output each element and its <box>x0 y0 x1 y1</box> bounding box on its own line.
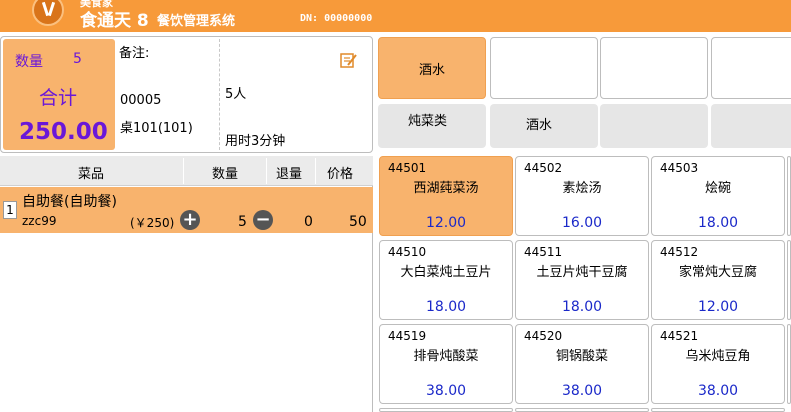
menu-item-card-partial[interactable] <box>651 408 785 412</box>
menu-item-card-partial[interactable] <box>787 156 791 236</box>
logo-icon <box>32 0 64 26</box>
item-price: 38.00 <box>561 383 603 399</box>
column-separator <box>183 158 184 184</box>
menu-item-card[interactable]: 44511 土豆片炖干豆腐 18.00 <box>515 240 649 320</box>
item-price: 38.00 <box>425 383 467 399</box>
dish-quantity: 5 <box>238 214 247 230</box>
menu-item-card[interactable]: 44503 烩碗 18.00 <box>651 156 785 236</box>
total-value: 250.00 <box>19 119 108 145</box>
item-name: 素烩汤 <box>562 181 602 196</box>
category-button[interactable]: 酒水 <box>378 37 486 99</box>
menu-item-card-partial[interactable] <box>787 324 791 404</box>
item-price: 18.00 <box>697 215 739 231</box>
elapsed-time: 用时3分钟 <box>225 134 286 149</box>
subcategory-button[interactable]: 炖菜类 <box>378 104 486 148</box>
menu-item-card[interactable]: 44512 家常炖大豆腐 12.00 <box>651 240 785 320</box>
item-code: 44501 <box>388 161 427 175</box>
item-name: 烩碗 <box>704 181 731 196</box>
column-header-returned: 退量 <box>276 167 303 182</box>
dish-name: 自助餐(自助餐) <box>22 194 117 210</box>
menu-item-card-partial[interactable] <box>787 240 791 320</box>
item-name: 铜锅酸菜 <box>555 349 608 364</box>
subcategory-button[interactable] <box>711 104 791 148</box>
item-price: 12.00 <box>425 215 467 231</box>
item-price: 38.00 <box>697 383 739 399</box>
item-code: 44510 <box>388 245 427 259</box>
quantity-label: 数量 <box>15 54 43 70</box>
order-table-header: 菜品 数量 退量 价格 <box>0 156 373 186</box>
item-price: 12.00 <box>697 299 739 315</box>
app-subtitle: 餐饮管理系统 <box>157 14 236 29</box>
menu-item-card[interactable]: 44501 西湖莼菜汤 12.00 <box>379 156 513 236</box>
item-name: 家常炖大豆腐 <box>678 265 757 280</box>
table-row[interactable]: 1 自助餐(自助餐) zzc99 (￥250) + 5 − 0 50 <box>0 187 373 233</box>
menu-item-card[interactable]: 44510 大白菜炖土豆片 18.00 <box>379 240 513 320</box>
category-button[interactable] <box>490 37 598 99</box>
menu-item-card[interactable]: 44519 排骨炖酸菜 38.00 <box>379 324 513 404</box>
item-code: 44521 <box>660 329 699 343</box>
menu-item-grid: 44501 西湖莼菜汤 12.00 44502 素烩汤 16.00 44503 … <box>374 152 791 412</box>
title-bar: 美食家 食通天 8 餐饮管理系统 DN: 00000000 <box>0 0 791 32</box>
divider <box>219 39 220 150</box>
quantity-value: 5 <box>73 51 82 67</box>
edit-note-icon[interactable] <box>339 51 357 69</box>
menu-item-card-partial[interactable] <box>379 408 513 412</box>
item-price: 16.00 <box>561 215 603 231</box>
item-code: 44503 <box>660 161 699 175</box>
menu-item-card[interactable]: 44520 铜锅酸菜 38.00 <box>515 324 649 404</box>
column-header-name: 菜品 <box>78 167 105 182</box>
menu-item-card[interactable]: 44521 乌米炖豆角 38.00 <box>651 324 785 404</box>
category-grid: 酒水 炖菜类 酒水 <box>378 37 791 149</box>
item-name: 乌米炖豆角 <box>685 349 751 364</box>
column-header-qty: 数量 <box>212 167 239 182</box>
item-code: 44511 <box>524 245 563 259</box>
item-name: 西湖莼菜汤 <box>413 181 479 196</box>
order-list: 菜品 数量 退量 价格 1 自助餐(自助餐) zzc99 (￥250) + 5 … <box>0 156 373 412</box>
plus-icon[interactable]: + <box>180 210 200 230</box>
total-box: 数量 5 合计 250.00 <box>3 39 115 150</box>
menu-item-card[interactable]: 44502 素烩汤 16.00 <box>515 156 649 236</box>
row-index: 1 <box>3 201 17 219</box>
item-code: 44519 <box>388 329 427 343</box>
item-name: 排骨炖酸菜 <box>413 349 479 364</box>
guest-count: 5人 <box>225 87 247 102</box>
item-name: 土豆片炖干豆腐 <box>536 265 628 280</box>
column-separator <box>315 158 316 184</box>
column-separator <box>266 158 267 184</box>
note-label[interactable]: 备注: <box>119 42 149 61</box>
category-button[interactable] <box>711 37 791 99</box>
category-button[interactable] <box>600 37 708 99</box>
dish-price: 50 <box>349 214 367 230</box>
device-number: DN: 00000000 <box>300 13 373 24</box>
item-price: 18.00 <box>425 299 467 315</box>
table-number: 桌101(101) <box>120 121 193 136</box>
total-label: 合计 <box>39 87 78 109</box>
item-code: 44502 <box>524 161 563 175</box>
order-summary-panel: 数量 5 合计 250.00 备注: 00005 桌101(101) 5人 用时… <box>0 36 373 153</box>
subcategory-button[interactable] <box>600 104 708 148</box>
item-price: 18.00 <box>561 299 603 315</box>
minus-icon[interactable]: − <box>253 210 273 230</box>
app-title: 食通天 8 <box>80 11 149 31</box>
returned-quantity: 0 <box>304 214 313 230</box>
subcategory-button[interactable]: 酒水 <box>490 104 598 148</box>
dish-code: zzc99 <box>22 214 57 228</box>
column-header-price: 价格 <box>327 167 354 182</box>
item-code: 44512 <box>660 245 699 259</box>
item-code: 44520 <box>524 329 563 343</box>
order-number: 00005 <box>120 93 162 108</box>
item-name: 大白菜炖土豆片 <box>400 265 492 280</box>
unit-price: (￥250) <box>130 216 175 230</box>
menu-item-card-partial[interactable] <box>515 408 649 412</box>
